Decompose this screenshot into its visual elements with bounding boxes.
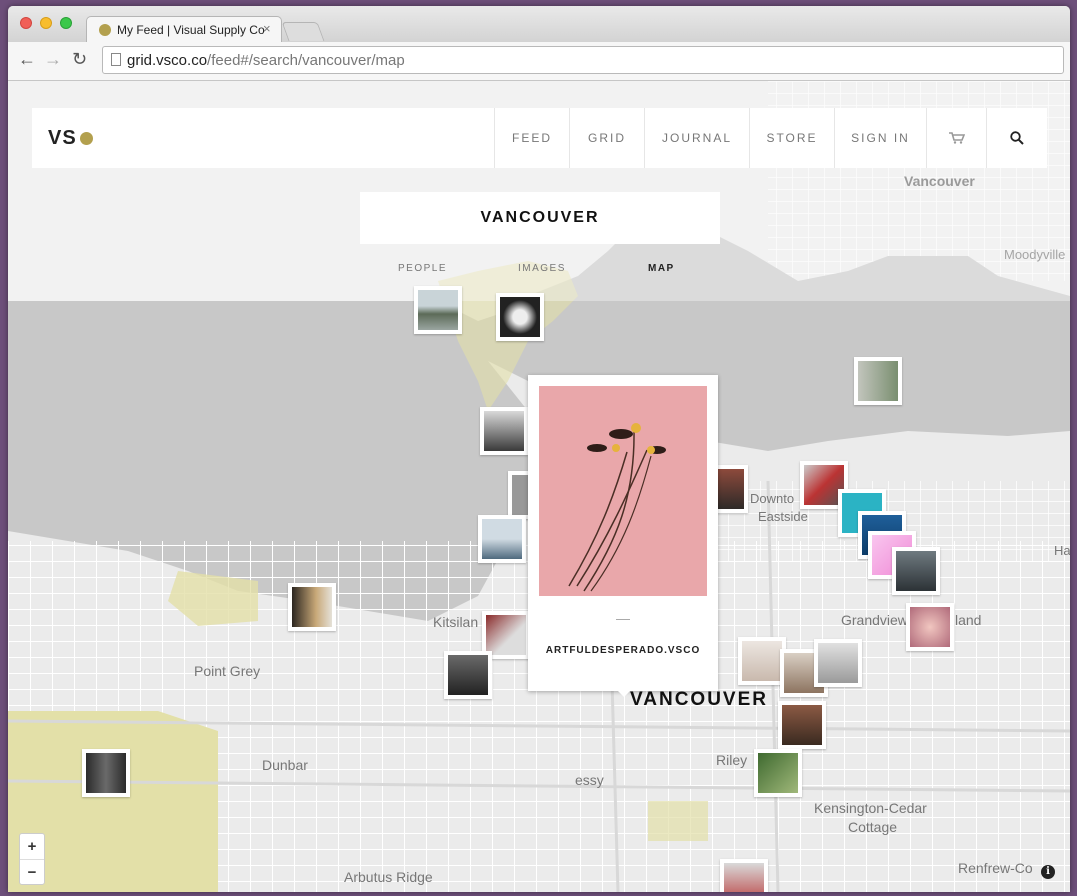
- photo-marker[interactable]: [480, 407, 528, 455]
- photo-marker[interactable]: [754, 749, 802, 797]
- photo-marker[interactable]: [444, 651, 492, 699]
- label-vancouver-top: Vancouver: [904, 173, 975, 189]
- label-land: land: [955, 612, 981, 628]
- browser-window: My Feed | Visual Supply Co × ← → ↻ grid.…: [8, 6, 1070, 892]
- nav-sign-in[interactable]: SIGN IN: [834, 108, 926, 168]
- zoom-out-button[interactable]: −: [20, 860, 44, 885]
- minimize-window-button[interactable]: [40, 17, 52, 29]
- vsco-logo-icon: [80, 132, 93, 145]
- label-dunbar: Dunbar: [262, 757, 308, 773]
- nav-store[interactable]: STORE: [749, 108, 834, 168]
- label-kitsilano: Kitsilan: [433, 614, 478, 630]
- vsco-logo[interactable]: VS: [48, 127, 77, 150]
- search-title: VANCOUVER: [360, 192, 720, 244]
- nav-feed[interactable]: FEED: [494, 108, 569, 168]
- cart-icon: [948, 132, 965, 144]
- photo-marker[interactable]: [906, 603, 954, 651]
- tab-title: My Feed | Visual Supply Co: [117, 23, 265, 37]
- popup-author-link[interactable]: ARTFULDESPERADO.VSCO: [528, 645, 718, 656]
- photo-marker[interactable]: [496, 293, 544, 341]
- photo-marker[interactable]: [478, 515, 526, 563]
- cart-button[interactable]: [926, 108, 986, 168]
- zoom-control: + −: [19, 833, 45, 885]
- page-viewport: Vancouver Moodyville Downto Eastside Ha …: [8, 81, 1070, 892]
- label-moodyville: Moodyville: [1004, 247, 1065, 262]
- nav-journal[interactable]: JOURNAL: [644, 108, 749, 168]
- label-ha: Ha: [1054, 543, 1070, 558]
- label-grandview: Grandview: [841, 612, 909, 628]
- close-window-button[interactable]: [20, 17, 32, 29]
- label-kensington: Kensington-Cedar: [814, 800, 927, 816]
- favicon-icon: [99, 24, 111, 36]
- label-eastside: Eastside: [758, 509, 808, 524]
- photo-marker[interactable]: [288, 583, 336, 631]
- photo-marker[interactable]: [720, 859, 768, 892]
- label-renfrew: Renfrew-Co: [958, 860, 1033, 876]
- label-arbutus-ridge: Arbutus Ridge: [344, 869, 433, 885]
- tab-images[interactable]: IMAGES: [518, 263, 566, 274]
- photo-popup[interactable]: ARTFULDESPERADO.VSCO: [528, 375, 718, 697]
- photo-marker[interactable]: [82, 749, 130, 797]
- tab-map[interactable]: MAP: [648, 263, 675, 274]
- photo-marker[interactable]: [814, 639, 862, 687]
- zoom-in-button[interactable]: +: [20, 834, 44, 860]
- search-icon: [1010, 131, 1024, 145]
- popup-photo[interactable]: [539, 386, 707, 596]
- back-arrow-icon[interactable]: ←: [18, 49, 36, 70]
- page-icon: [111, 53, 121, 66]
- photo-marker[interactable]: [414, 286, 462, 334]
- tab-people[interactable]: PEOPLE: [398, 263, 447, 274]
- browser-tab[interactable]: My Feed | Visual Supply Co ×: [86, 16, 282, 42]
- label-downtown: Downto: [750, 491, 794, 506]
- popup-divider: [616, 619, 630, 620]
- photo-marker[interactable]: [778, 701, 826, 749]
- tab-close-icon[interactable]: ×: [263, 21, 271, 36]
- forward-arrow-icon[interactable]: →: [44, 49, 62, 70]
- browser-toolbar: ← → ↻ grid.vsco.co/feed#/search/vancouve…: [8, 42, 1070, 81]
- url-text[interactable]: grid.vsco.co/feed#/search/vancouver/map: [127, 52, 405, 69]
- photo-marker[interactable]: [892, 547, 940, 595]
- label-riley: Riley: [716, 752, 747, 768]
- maximize-window-button[interactable]: [60, 17, 72, 29]
- photo-marker[interactable]: [738, 637, 786, 685]
- label-essy: essy: [575, 772, 604, 788]
- popup-pointer: [614, 687, 634, 697]
- new-tab-button[interactable]: [281, 22, 325, 41]
- address-bar[interactable]: grid.vsco.co/feed#/search/vancouver/map: [102, 46, 1064, 74]
- search-button[interactable]: [986, 108, 1047, 168]
- label-vancouver-city: VANCOUVER: [630, 689, 768, 710]
- photo-marker[interactable]: [854, 357, 902, 405]
- site-header: VS FEED GRID JOURNAL STORE SIGN IN: [32, 108, 1047, 168]
- label-cottage: Cottage: [848, 819, 897, 835]
- title-bar: My Feed | Visual Supply Co ×: [8, 6, 1070, 42]
- reload-icon[interactable]: ↻: [72, 49, 87, 70]
- label-point-grey: Point Grey: [194, 663, 260, 679]
- nav-grid[interactable]: GRID: [569, 108, 644, 168]
- info-icon[interactable]: i: [1041, 865, 1055, 879]
